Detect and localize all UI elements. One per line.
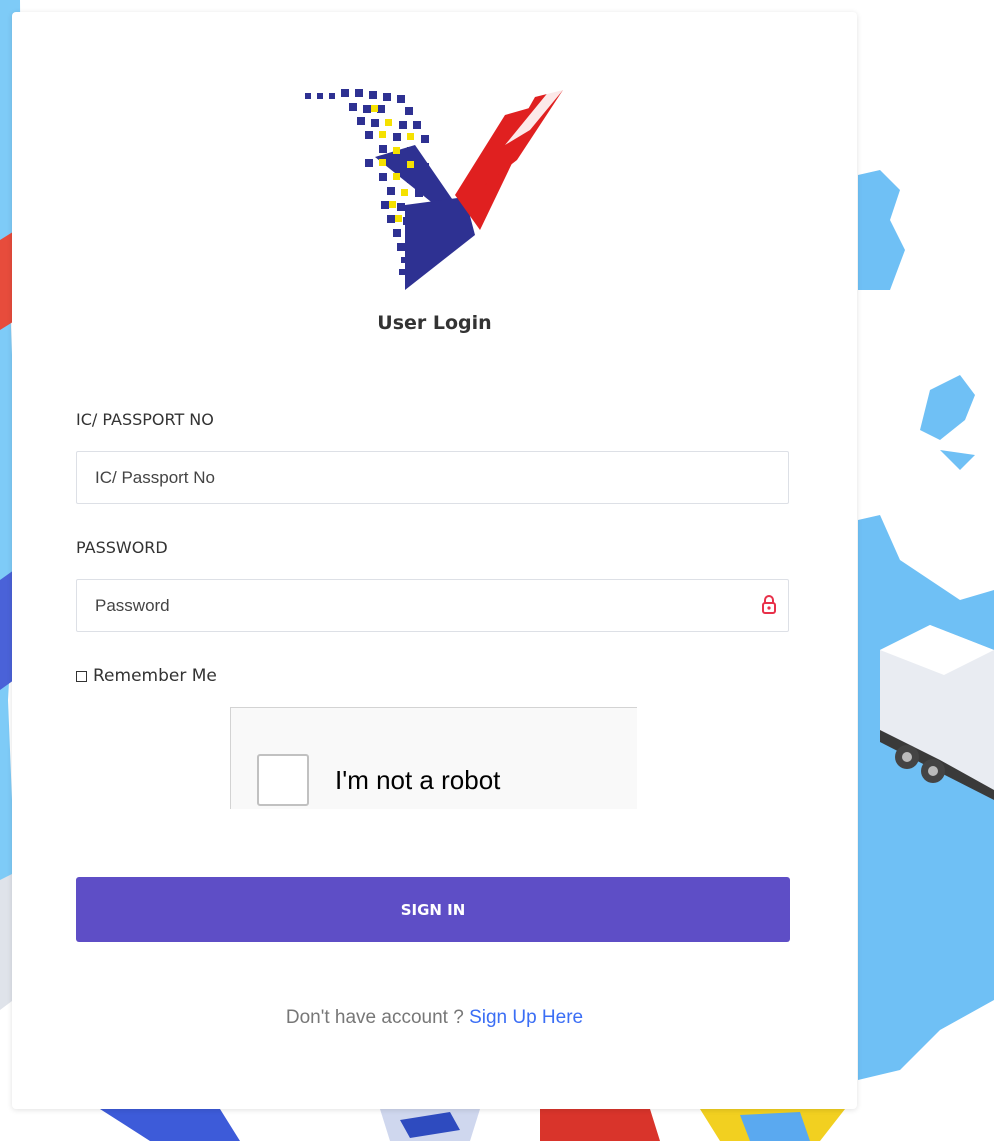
ic-passport-input[interactable] [77, 452, 727, 503]
checkbox-square[interactable] [76, 670, 87, 682]
password-label: PASSWORD [76, 538, 168, 557]
password-field-wrapper [76, 579, 789, 632]
ic-passport-label: IC/ PASSPORT NO [76, 410, 214, 429]
ic-passport-field-wrapper [76, 451, 789, 504]
login-card: User Login IC/ PASSPORT NO PASSWORD Reme… [12, 12, 857, 1109]
recaptcha-widget: I'm not a robot [230, 707, 637, 809]
lock-icon [762, 595, 776, 614]
password-input[interactable] [77, 580, 727, 631]
sign-in-button[interactable]: SIGN IN [76, 877, 790, 942]
signup-prompt: Don't have account ? Sign Up Here [12, 1007, 857, 1029]
recaptcha-checkbox[interactable] [257, 754, 309, 806]
recaptcha-label: I'm not a robot [335, 765, 501, 795]
signup-prompt-text: Don't have account ? [285, 1007, 464, 1028]
remember-me-checkbox[interactable]: Remember Me [76, 666, 217, 686]
logo-emblem [305, 89, 563, 290]
remember-me-label: Remember Me [93, 666, 217, 686]
page-title: User Login [377, 312, 492, 334]
sign-up-link[interactable]: Sign Up Here [469, 1007, 583, 1028]
